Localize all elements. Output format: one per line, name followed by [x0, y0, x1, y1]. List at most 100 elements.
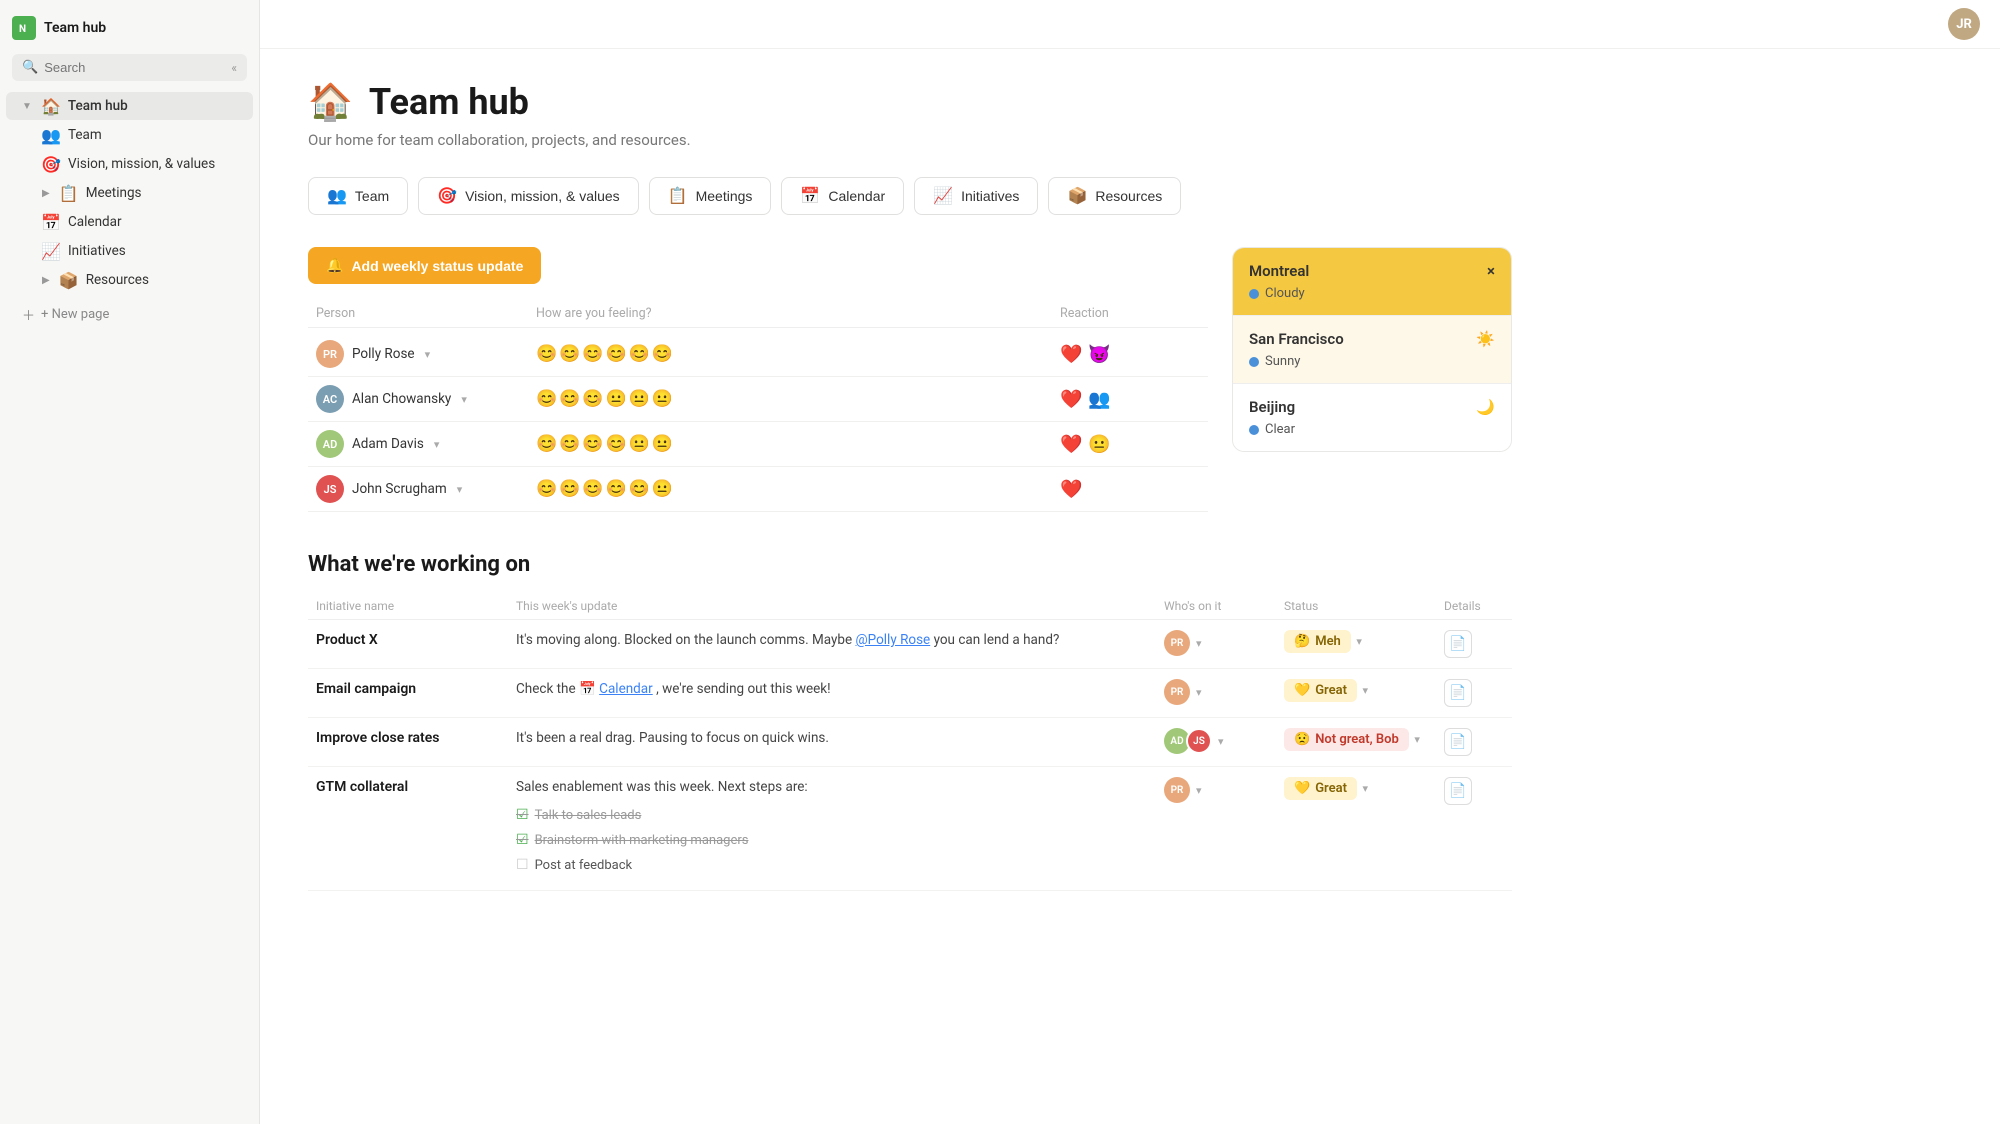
- status-row: JS John Scrugham ▾ 😊😊😊😊😊😐 ❤️: [308, 467, 1208, 512]
- avatar: PR: [316, 340, 344, 368]
- team-icon: 👥: [42, 126, 60, 144]
- weather-city-name: Montreal ×: [1249, 262, 1495, 280]
- tab-resources[interactable]: 📦 Resources: [1048, 177, 1181, 215]
- checkbox-unchecked-icon: ☐: [516, 855, 529, 876]
- tab-initiatives[interactable]: 📈 Initiatives: [914, 177, 1038, 215]
- who-cell: AD JS ▾: [1164, 728, 1284, 754]
- details-button[interactable]: 📄: [1444, 630, 1472, 658]
- sidebar-item-label: Meetings: [86, 185, 142, 201]
- meetings-icon: 📋: [60, 184, 78, 202]
- status-row: PR Polly Rose ▾ 😊😊😊😊😊😊 ❤️😈: [308, 332, 1208, 377]
- sidebar-item-vision[interactable]: 🎯 Vision, mission, & values: [6, 150, 253, 178]
- weather-sanfrancisco: San Francisco ☀️ Sunny: [1233, 315, 1511, 383]
- sidebar-item-label: Vision, mission, & values: [68, 156, 215, 172]
- status-badge[interactable]: 🤔 Meh: [1284, 630, 1351, 653]
- details-button[interactable]: 📄: [1444, 777, 1472, 805]
- topbar: JR: [260, 0, 2000, 49]
- details-button[interactable]: 📄: [1444, 679, 1472, 707]
- chevron-icon: ▶: [42, 188, 50, 199]
- search-input[interactable]: [44, 60, 225, 75]
- person-cell: AC Alan Chowansky ▾: [316, 385, 536, 413]
- dropdown-arrow[interactable]: ▾: [1218, 735, 1224, 748]
- sidebar-item-calendar[interactable]: 📅 Calendar: [6, 208, 253, 236]
- sidebar-item-meetings[interactable]: ▶ 📋 Meetings: [6, 179, 253, 207]
- initiative-update: Sales enablement was this week. Next ste…: [516, 777, 1164, 880]
- calendar-icon: 📅: [42, 213, 60, 231]
- who-cell: PR ▾: [1164, 630, 1284, 656]
- dropdown-arrow[interactable]: ▾: [457, 483, 463, 496]
- initiatives-icon: 📈: [42, 242, 60, 260]
- sidebar-item-label: Team hub: [68, 98, 128, 114]
- initiative-name: Email campaign: [316, 679, 516, 697]
- sidebar: N Team hub 🔍 « ▼ 🏠 Team hub 👥 Team 🎯 Vis…: [0, 0, 260, 1124]
- page-header: 🏠 Team hub: [308, 81, 1512, 123]
- status-dropdown[interactable]: ▾: [1414, 733, 1420, 746]
- initiative-name: GTM collateral: [316, 777, 516, 795]
- condition-dot: [1249, 289, 1259, 299]
- person-cell: PR Polly Rose ▾: [316, 340, 536, 368]
- svg-text:N: N: [19, 24, 26, 35]
- initiative-row: GTM collateral Sales enablement was this…: [308, 767, 1512, 891]
- status-cell: 🤔 Meh ▾: [1284, 630, 1444, 653]
- who-avatar: PR: [1164, 777, 1190, 803]
- calendar-link[interactable]: Calendar: [599, 681, 653, 697]
- status-dropdown[interactable]: ▾: [1356, 635, 1362, 648]
- initiative-row: Email campaign Check the 📅 Calendar , we…: [308, 669, 1512, 718]
- sidebar-item-team[interactable]: 👥 Team: [6, 121, 253, 149]
- tab-calendar[interactable]: 📅 Calendar: [781, 177, 904, 215]
- section-title: What we're working on: [308, 552, 1512, 577]
- reaction-cell: ❤️👥: [1060, 389, 1200, 410]
- mood-emojis: 😊😊😊😊😐😐: [536, 434, 1060, 454]
- tab-vision[interactable]: 🎯 Vision, mission, & values: [418, 177, 639, 215]
- dropdown-arrow[interactable]: ▾: [1196, 784, 1202, 797]
- search-bar[interactable]: 🔍 «: [12, 54, 247, 81]
- sidebar-item-label: Calendar: [68, 214, 122, 230]
- who-cell: PR ▾: [1164, 777, 1284, 803]
- weather-montreal: Montreal × Cloudy: [1233, 248, 1511, 315]
- status-badge[interactable]: 💛 Great: [1284, 777, 1357, 800]
- search-icon: 🔍: [22, 60, 38, 75]
- initiative-name: Product X: [316, 630, 516, 648]
- initiative-row: Improve close rates It's been a real dra…: [308, 718, 1512, 767]
- sidebar-item-initiatives[interactable]: 📈 Initiatives: [6, 237, 253, 265]
- status-dropdown[interactable]: ▾: [1362, 782, 1368, 795]
- user-avatar[interactable]: JR: [1948, 8, 1980, 40]
- dropdown-arrow[interactable]: ▾: [425, 348, 431, 361]
- who-avatar: PR: [1164, 630, 1190, 656]
- sidebar-item-resources[interactable]: ▶ 📦 Resources: [6, 266, 253, 294]
- status-dropdown[interactable]: ▾: [1362, 684, 1368, 697]
- weather-widget: Montreal × Cloudy San Francisco ☀️: [1232, 247, 1512, 452]
- mood-emojis: 😊😊😊😊😊😊: [536, 344, 1060, 364]
- sidebar-item-label: Initiatives: [68, 243, 126, 259]
- mention-link[interactable]: @Polly Rose: [856, 632, 931, 648]
- dropdown-arrow[interactable]: ▾: [1196, 686, 1202, 699]
- tab-team-icon: 👥: [327, 186, 347, 206]
- weather-beijing: Beijing 🌙 Clear: [1233, 383, 1511, 451]
- weather-condition: Sunny: [1249, 354, 1495, 369]
- dropdown-arrow[interactable]: ▾: [1196, 637, 1202, 650]
- tab-team[interactable]: 👥 Team: [308, 177, 408, 215]
- dropdown-arrow[interactable]: ▾: [434, 438, 440, 451]
- status-badge[interactable]: 💛 Great: [1284, 679, 1357, 702]
- status-row: AC Alan Chowansky ▾ 😊😊😊😐😐😐 ❤️👥: [308, 377, 1208, 422]
- sidebar-item-label: Team: [68, 127, 102, 143]
- tab-resources-icon: 📦: [1067, 186, 1087, 206]
- team-hub-icon: 🏠: [42, 97, 60, 115]
- nav-section: ▼ 🏠 Team hub 👥 Team 🎯 Vision, mission, &…: [0, 87, 259, 299]
- reaction-cell: ❤️: [1060, 479, 1200, 500]
- tab-bar: 👥 Team 🎯 Vision, mission, & values 📋 Mee…: [308, 177, 1512, 215]
- tab-meetings[interactable]: 📋 Meetings: [649, 177, 772, 215]
- status-table-container: 🔔 Add weekly status update Person How ar…: [308, 247, 1208, 512]
- collapse-icon[interactable]: «: [231, 61, 237, 75]
- person-cell: AD Adam Davis ▾: [316, 430, 536, 458]
- add-status-button[interactable]: 🔔 Add weekly status update: [308, 247, 541, 284]
- details-button[interactable]: 📄: [1444, 728, 1472, 756]
- sidebar-item-team-hub[interactable]: ▼ 🏠 Team hub: [6, 92, 253, 120]
- status-badge[interactable]: 😟 Not great, Bob: [1284, 728, 1409, 751]
- new-page-button[interactable]: ＋ + New page: [6, 300, 253, 329]
- weather-city-name: San Francisco ☀️: [1249, 330, 1495, 348]
- avatar: AD: [316, 430, 344, 458]
- weather-condition: Cloudy: [1249, 286, 1495, 301]
- dropdown-arrow[interactable]: ▾: [461, 393, 467, 406]
- reaction-cell: ❤️😐: [1060, 434, 1200, 455]
